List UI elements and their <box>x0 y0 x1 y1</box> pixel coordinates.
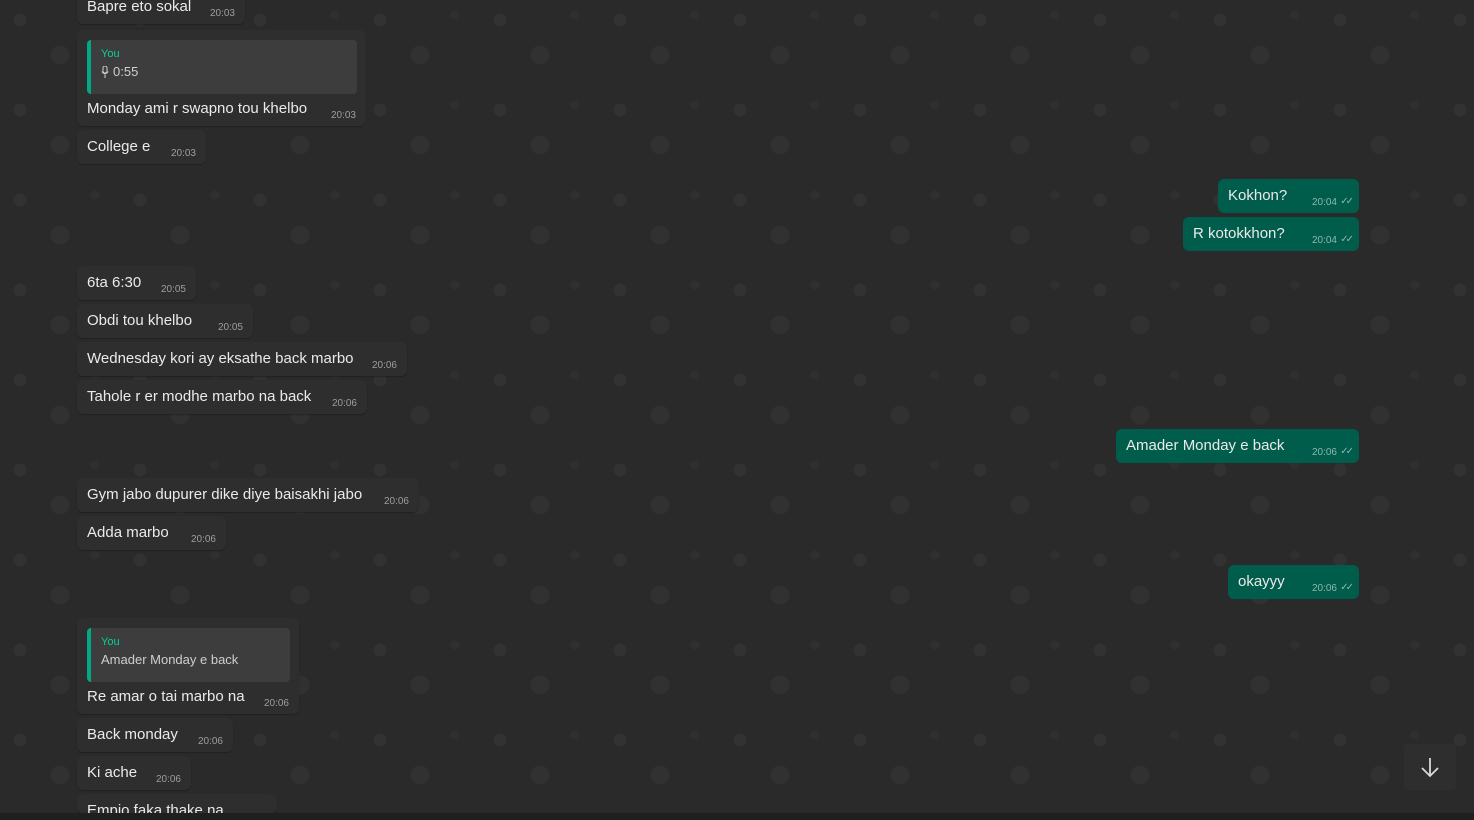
incoming-message[interactable]: Gym jabo dupurer dike diye baisakhi jabo… <box>77 478 419 512</box>
incoming-reply-message[interactable]: You Amader Monday e back Re amar o tai m… <box>77 618 299 714</box>
message-time: 20:06 <box>1311 447 1337 458</box>
scroll-to-bottom-button[interactable] <box>1404 744 1456 790</box>
message-time: 20:06 <box>371 360 397 371</box>
outgoing-message[interactable]: R kotokkhon? 20:04 ✓✓ <box>1183 217 1359 251</box>
incoming-message[interactable]: Empio faka thake na <box>77 794 277 813</box>
message-text: Adda marbo <box>87 524 169 541</box>
incoming-message[interactable]: Wednesday kori ay eksathe back marbo 20:… <box>77 342 407 376</box>
quoted-voice-message[interactable]: You 0:55 <box>87 40 357 94</box>
voice-duration: 0:55 <box>113 64 139 79</box>
message-time: 20:06 <box>155 774 181 785</box>
quote-author: You <box>101 48 120 60</box>
message-text: Kokhon? <box>1228 187 1288 204</box>
message-text: Wednesday kori ay eksathe back marbo <box>87 350 354 367</box>
message-time: 20:03 <box>170 148 196 159</box>
message-time: 20:06 <box>331 398 357 409</box>
message-text: Amader Monday e back <box>1126 437 1285 454</box>
incoming-message[interactable]: Obdi tou khelbo 20:05 <box>77 304 253 338</box>
incoming-message[interactable]: Back monday 20:06 <box>77 718 233 752</box>
outgoing-message[interactable]: Amader Monday e back 20:06 ✓✓ <box>1116 429 1359 463</box>
incoming-reply-message[interactable]: You 0:55 Monday ami r swapno tou khelbo … <box>77 30 366 126</box>
quote-author: You <box>101 636 120 648</box>
message-time: 20:06 <box>263 698 289 709</box>
message-list[interactable]: Bapre eto sokal 20:03 You 0:55 Monday am… <box>0 0 1474 820</box>
incoming-message[interactable]: Bapre eto sokal 20:03 <box>77 0 245 24</box>
message-text: okayyy <box>1238 573 1285 590</box>
composer-edge <box>0 813 1474 820</box>
incoming-message[interactable]: 6ta 6:30 20:05 <box>77 266 196 300</box>
message-time: 20:06 <box>1311 583 1337 594</box>
outgoing-message[interactable]: Kokhon? 20:04 ✓✓ <box>1218 179 1359 213</box>
double-check-icon: ✓✓ <box>1340 582 1354 593</box>
arrow-down-icon <box>1421 758 1439 778</box>
quoted-message[interactable]: You Amader Monday e back <box>87 628 290 682</box>
message-time: 20:05 <box>217 322 243 333</box>
quote-text: Amader Monday e back <box>101 652 239 667</box>
incoming-message[interactable]: Ki ache 20:06 <box>77 756 191 790</box>
message-text: Monday ami r swapno tou khelbo <box>87 100 308 117</box>
message-text: Obdi tou khelbo <box>87 312 193 329</box>
double-check-icon: ✓✓ <box>1340 196 1354 207</box>
incoming-message[interactable]: College e 20:03 <box>77 130 206 164</box>
double-check-icon: ✓✓ <box>1340 446 1354 457</box>
message-time: 20:06 <box>190 534 216 545</box>
message-time: 20:04 <box>1311 197 1337 208</box>
message-text: Back monday <box>87 726 178 743</box>
outgoing-message[interactable]: okayyy 20:06 ✓✓ <box>1228 565 1359 599</box>
mic-icon <box>101 66 109 78</box>
incoming-message[interactable]: Adda marbo 20:06 <box>77 516 226 550</box>
message-time: 20:06 <box>383 496 409 507</box>
double-check-icon: ✓✓ <box>1340 234 1354 245</box>
message-time: 20:05 <box>160 284 186 295</box>
message-time: 20:06 <box>197 736 223 747</box>
message-text: Re amar o tai marbo na <box>87 688 245 705</box>
message-time: 20:03 <box>330 110 356 121</box>
message-text: College e <box>87 138 151 155</box>
message-text: Empio faka thake na <box>87 802 224 813</box>
message-text: Ki ache <box>87 764 138 781</box>
message-time: 20:03 <box>209 8 235 19</box>
incoming-message[interactable]: Tahole r er modhe marbo na back 20:06 <box>77 380 367 414</box>
message-text: 6ta 6:30 <box>87 274 142 291</box>
message-text: Tahole r er modhe marbo na back <box>87 388 312 405</box>
message-text: Bapre eto sokal <box>87 0 192 15</box>
message-time: 20:04 <box>1311 235 1337 246</box>
message-text: Gym jabo dupurer dike diye baisakhi jabo <box>87 486 363 503</box>
message-text: R kotokkhon? <box>1193 225 1285 242</box>
